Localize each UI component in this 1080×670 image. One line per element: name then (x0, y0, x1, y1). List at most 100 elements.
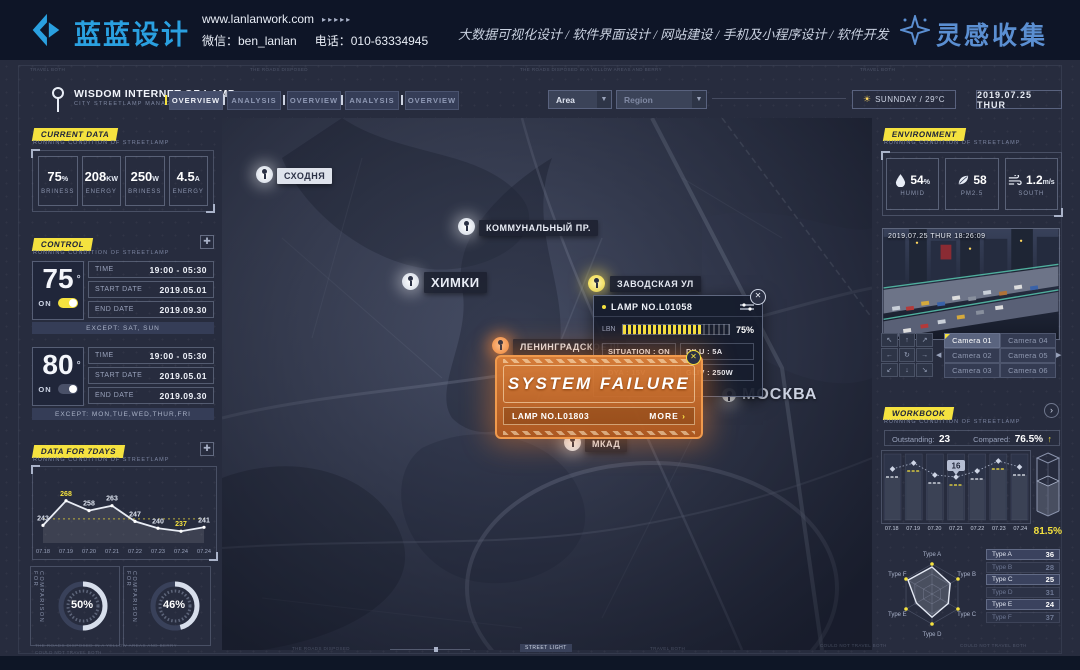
map-pin-shodnya[interactable] (256, 166, 273, 183)
week-add-button[interactable]: ✚ (200, 442, 214, 456)
camera-button-06[interactable]: Camera 06 (1000, 363, 1056, 378)
map-pin-zavodskaya[interactable] (588, 275, 605, 292)
lanlan-logo-icon (24, 11, 68, 49)
map-pin-khimki[interactable] (402, 273, 419, 290)
environment-frame: 54% HUMID 58 PM2.5 1.2m/s (882, 152, 1062, 216)
hatch-stripe (503, 359, 695, 363)
collect-star-icon (900, 15, 930, 45)
env-tile-wind: 1.2m/s SOUTH (1005, 158, 1058, 210)
workbook-more-icon[interactable]: › (1044, 403, 1059, 418)
compared-value: 76.5% (1015, 434, 1043, 445)
pan-up-left-icon[interactable]: ↖ (881, 333, 898, 347)
tab-analysis-1[interactable]: ANALYSIS (227, 91, 281, 110)
type-row-b[interactable]: Type B28 (986, 562, 1060, 573)
camera-button-01[interactable]: Camera 01 (944, 333, 1000, 348)
start-date-row[interactable]: START DATE2019.05.01 (88, 367, 214, 384)
popup-close-icon[interactable]: ✕ (750, 289, 766, 305)
current-data-frame: 75% BRINESS 208KW ENERGY 250W BRINESS 4.… (32, 150, 214, 212)
hud-decor-text: COULD NOT TRAVEL BOTH (960, 643, 1027, 648)
alert-close-icon[interactable]: ✕ (686, 350, 701, 365)
tab-analysis-2[interactable]: ANALYSIS (345, 91, 399, 110)
svg-text:07.24: 07.24 (174, 549, 188, 555)
region-select[interactable]: Region▼ (616, 90, 707, 109)
camera-button-03[interactable]: Camera 03 (944, 363, 1000, 378)
time-row[interactable]: TIME19:00 - 05:30 (88, 347, 214, 364)
camera-button-05[interactable]: Camera 05 (1000, 348, 1056, 363)
weather-box: ☀ SUNNDAY / 29°C (852, 90, 956, 109)
svg-text:Type E: Type E (888, 612, 907, 618)
chevron-down-icon[interactable]: ▼ (597, 91, 611, 108)
panel-subtitle: RUNNING CONDITION OF STREETLAMP (884, 419, 1020, 425)
map-pin-kommunalny[interactable] (458, 218, 475, 235)
pan-down-right-icon[interactable]: ↘ (916, 363, 933, 377)
banner-site[interactable]: www.lanlanwork.com (202, 12, 314, 26)
control-add-button[interactable]: ✚ (200, 235, 214, 249)
up-arrow-icon: ↑ (1048, 434, 1053, 444)
time-row[interactable]: TIME19:00 - 05:30 (88, 261, 214, 278)
toggle-state: ON (38, 385, 51, 394)
svg-text:16: 16 (952, 462, 961, 471)
pan-down-left-icon[interactable]: ↙ (881, 363, 898, 377)
end-date-row[interactable]: END DATE2019.09.30 (88, 301, 214, 318)
camera-list-prev-icon[interactable]: ◀ (936, 351, 941, 359)
end-date-row[interactable]: END DATE2019.09.30 (88, 387, 214, 404)
brightness-level: 75 (42, 262, 73, 296)
decor-slider[interactable] (390, 649, 470, 650)
pan-left-icon[interactable]: ← (881, 348, 898, 362)
type-row-a[interactable]: Type A36 (986, 549, 1060, 560)
pan-down-icon[interactable]: ↓ (899, 363, 916, 377)
tab-overview-3[interactable]: OVERVIEW (405, 91, 459, 110)
pan-up-icon[interactable]: ↑ (899, 333, 916, 347)
type-row-f[interactable]: Type F37 (986, 612, 1060, 623)
schedule-toggle[interactable] (58, 384, 78, 394)
date-box: 2019.07.25 THUR (976, 90, 1062, 109)
type-row-d[interactable]: Type D31 (986, 587, 1060, 598)
sun-icon: ☀ (863, 94, 871, 105)
sliders-icon[interactable] (740, 302, 754, 312)
map-label[interactable]: ЗАВОДСКАЯ УЛ (610, 276, 701, 292)
streetlamp-icon (52, 87, 64, 99)
camera-feed[interactable]: 2019.07.25 THUR 18:26:09 (882, 228, 1060, 340)
svg-text:263: 263 (106, 496, 118, 503)
map-label[interactable]: СХОДНЯ (277, 168, 332, 184)
header-divider (712, 98, 846, 99)
tab-overview-2[interactable]: OVERVIEW (287, 91, 341, 110)
type-row-e[interactable]: Type E24 (986, 599, 1060, 610)
area-select[interactable]: Area▼ (548, 90, 612, 109)
pan-up-right-icon[interactable]: ↗ (916, 333, 933, 347)
except-days: EXCEPT: MON,TUE,WED,THUR,FRI (32, 408, 214, 420)
svg-text:268: 268 (60, 491, 72, 498)
svg-text:07.24: 07.24 (197, 549, 211, 555)
brightness-level-box: 75 ON (32, 261, 84, 320)
gauge-label: COMPARISON FOR (124, 567, 138, 645)
start-date-row[interactable]: START DATE2019.05.01 (88, 281, 214, 298)
map-label[interactable]: КОММУНАЛЬНЫЙ ПР. (479, 220, 598, 236)
workbook-x-labels: 07.1807.19 07.2007.21 07.2207.23 07.24 (881, 526, 1031, 532)
camera-button-04[interactable]: Camera 04 (1000, 333, 1056, 348)
camera-list-next-icon[interactable]: ▶ (1056, 351, 1061, 359)
more-button[interactable]: MORE (649, 411, 686, 421)
brightness-level-box: 80 ON (32, 347, 84, 406)
svg-text:07.20: 07.20 (82, 549, 96, 555)
outstanding-label: Outstanding: (892, 435, 935, 444)
svg-text:07.22: 07.22 (128, 549, 142, 555)
svg-text:07.21: 07.21 (105, 549, 119, 555)
chevron-down-icon[interactable]: ▼ (692, 91, 706, 108)
map-label[interactable]: ХИМКИ (424, 272, 487, 293)
type-radar-chart: Type AType BType CType DType EType F (884, 546, 980, 642)
schedule-toggle[interactable] (58, 298, 78, 308)
city-map[interactable]: СХОДНЯ КОММУНАЛЬНЫЙ ПР. ХИМКИ ЗАВОДСКАЯ … (222, 118, 872, 650)
refresh-icon[interactable]: ↻ (899, 348, 916, 362)
type-row-c[interactable]: Type C25 (986, 574, 1060, 585)
panel-subtitle: RUNNING CONDITION OF STREETLAMP (33, 140, 169, 146)
pan-right-icon[interactable]: → (916, 348, 933, 362)
panel-subtitle: RUNNING CONDITION OF STREETLAMP (33, 250, 169, 256)
map-pin-leningradskoe[interactable] (492, 337, 509, 354)
tab-overview-1[interactable]: OVERVIEW (169, 91, 223, 110)
camera-button-02[interactable]: Camera 02 (944, 348, 1000, 363)
workbook-bar-frame: 16 (881, 450, 1031, 524)
droplet-icon (895, 174, 906, 187)
compared-label: Compared: (973, 435, 1010, 444)
type-list: Type A36 Type B28 Type C25 Type D31 Type… (986, 549, 1060, 624)
svg-text:243: 243 (37, 515, 49, 522)
